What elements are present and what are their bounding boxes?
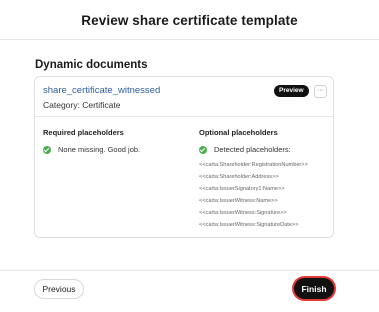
check-circle-icon: [43, 145, 51, 154]
document-category: Category: Certificate: [43, 100, 121, 110]
document-card-header: share_certificate_witnessed Category: Ce…: [35, 77, 333, 117]
document-card: share_certificate_witnessed Category: Ce…: [34, 76, 334, 238]
required-status: None missing. Good job.: [43, 145, 140, 154]
placeholder-item: <<carta:IssuerWitness:SignatureDate>>: [199, 222, 299, 228]
section-title: Dynamic documents: [35, 59, 148, 71]
more-options-button[interactable]: ···: [314, 85, 327, 98]
optional-status: Detected placeholders:: [199, 145, 291, 154]
previous-button[interactable]: Previous: [34, 279, 84, 299]
placeholder-item: <<carta:IssuerWitness:Name>>: [199, 198, 278, 204]
finish-button[interactable]: Finish: [294, 278, 334, 299]
required-status-text: None missing. Good job.: [58, 145, 141, 154]
optional-placeholders-title: Optional placeholders: [199, 128, 278, 137]
document-name-link[interactable]: share_certificate_witnessed: [43, 85, 160, 96]
placeholder-item: <<carta:Shareholder:RegistrationNumber>>: [199, 162, 308, 168]
modal-header: Review share certificate template: [0, 0, 379, 40]
preview-button[interactable]: Preview: [274, 85, 309, 97]
page-title: Review share certificate template: [81, 13, 298, 28]
required-placeholders-title: Required placeholders: [43, 128, 124, 137]
footer-divider: [0, 270, 379, 271]
check-circle-icon: [199, 145, 207, 154]
placeholder-item: <<carta:Shareholder:Address>>: [199, 174, 279, 180]
placeholder-item: <<carta:IssuerWitness:Signature>>: [199, 210, 287, 216]
placeholder-item: <<carta:IssuerSignatory1:Name>>: [199, 186, 285, 192]
optional-status-text: Detected placeholders:: [214, 145, 291, 154]
